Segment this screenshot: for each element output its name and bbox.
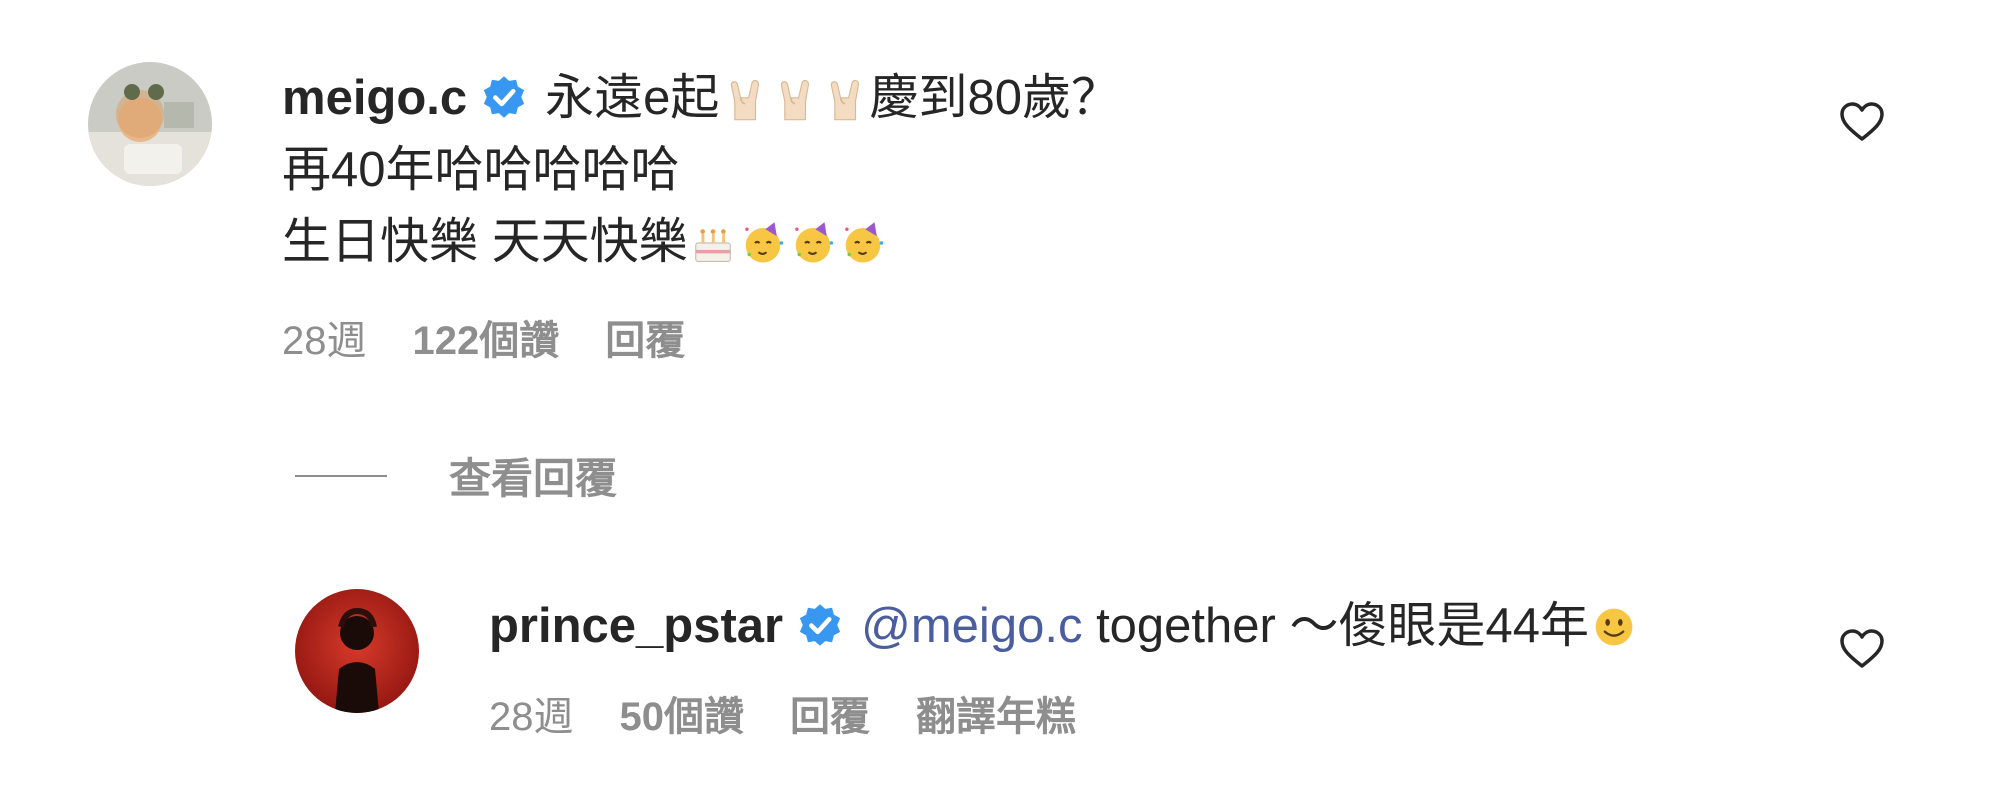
comment-prince-pstar-time[interactable]: 28週 <box>489 695 574 739</box>
avatar-meigo-image <box>88 62 212 186</box>
comment-meigo-text-a: 永遠e起 <box>545 71 720 125</box>
comment-prince-pstar-likes[interactable]: 50個讚 <box>620 695 745 739</box>
comment-meigo-time[interactable]: 28週 <box>282 319 367 363</box>
like-heart-icon[interactable] <box>1838 98 1886 146</box>
username-meigo[interactable]: meigo.c <box>282 71 467 125</box>
comment-meigo-line2: 再40年哈哈哈哈哈 <box>282 143 680 197</box>
rock-on-hand-emoji <box>721 76 767 122</box>
partying-face-emoji <box>740 220 786 266</box>
comment-meigo-meta: 28週 122個讚 回覆 <box>282 308 1120 366</box>
verified-badge-icon <box>481 74 527 120</box>
avatar-prince-pstar[interactable] <box>295 589 419 713</box>
partying-face-emoji <box>840 220 886 266</box>
birthday-cake-emoji <box>690 220 736 266</box>
rock-on-hand-emoji <box>821 76 867 122</box>
like-heart-icon[interactable] <box>1838 625 1886 673</box>
comment-prince-pstar-line1: prince_pstar @meigo.c together ～傻眼是44年 <box>489 590 1639 662</box>
comment-meigo-reply-button[interactable]: 回覆 <box>605 319 685 363</box>
avatar-prince-pstar-image <box>295 589 419 713</box>
comment-meigo-line3: 生日快樂 天天快樂 <box>282 206 1120 278</box>
translate-button[interactable]: 翻譯年糕 <box>916 695 1076 739</box>
mention-link[interactable]: @meigo.c <box>861 599 1082 653</box>
avatar-meigo[interactable] <box>88 62 212 186</box>
comment-meigo-line1: meigo.c 永遠e起 慶到80歲？ <box>282 62 1120 134</box>
comment-prince-pstar-meta: 28週 50個讚 回覆 翻譯年糕 <box>489 684 1639 742</box>
rock-on-hand-emoji <box>771 76 817 122</box>
view-replies-divider <box>295 474 387 477</box>
comment-prince-pstar-reply-button[interactable]: 回覆 <box>790 695 870 739</box>
view-replies-button[interactable]: 查看回覆 <box>295 445 617 506</box>
comment-prince-pstar-text: together ～傻眼是44年 <box>1082 599 1589 653</box>
username-prince-pstar[interactable]: prince_pstar <box>489 599 783 653</box>
partying-face-emoji <box>790 220 836 266</box>
view-replies-label: 查看回覆 <box>449 455 618 502</box>
comment-meigo-text-c: 生日快樂 天天快樂 <box>282 215 688 269</box>
verified-badge-icon <box>797 602 843 648</box>
slightly-smiling-face-emoji <box>1591 604 1637 650</box>
comment-meigo-likes[interactable]: 122個讚 <box>413 319 560 363</box>
comment-meigo-text-b: 慶到80歲？ <box>869 71 1120 125</box>
